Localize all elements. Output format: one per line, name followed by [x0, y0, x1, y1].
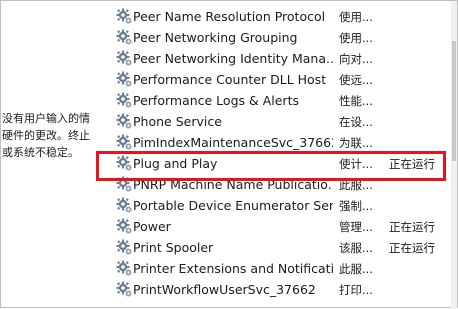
gear-icon [116, 281, 133, 298]
service-name: Power [133, 219, 171, 234]
service-row[interactable]: Portable Device Enumerator Ser... 强制... [107, 195, 457, 216]
service-name: Phone Service [133, 114, 222, 129]
gear-icon [116, 134, 133, 151]
service-row[interactable]: Peer Networking Grouping 使用... [107, 27, 457, 48]
gear-icon [116, 29, 133, 46]
service-row[interactable]: Printer Extensions and Notificati... 此服.… [107, 258, 457, 279]
highlight-box [96, 151, 446, 181]
service-row[interactable]: Performance Counter DLL Host 使远... [107, 69, 457, 90]
service-description: 该服... [339, 241, 373, 255]
service-row[interactable]: Phone Service 在设... [107, 111, 457, 132]
gear-icon [116, 71, 133, 88]
gear-icon [116, 113, 133, 130]
service-description: 向对... [339, 52, 373, 66]
service-name: PimIndexMaintenanceSvc_37662 [133, 135, 333, 150]
services-window: 没有用户输入的情 硬件的更改。终止 或系统不稳定。 Peer Name Reso… [0, 0, 458, 309]
service-name: Portable Device Enumerator Ser... [133, 198, 333, 213]
service-description: 性能... [339, 94, 373, 108]
service-row[interactable]: Print Spooler 该服... 正在运行 [107, 237, 457, 258]
service-name: Peer Networking Identity Mana... [133, 51, 333, 66]
service-row[interactable]: PimIndexMaintenanceSvc_37662 为联... [107, 132, 457, 153]
gear-icon [116, 239, 133, 256]
service-row[interactable]: Peer Networking Identity Mana... 向对... [107, 48, 457, 69]
service-description: 为联... [339, 136, 373, 150]
service-description: 此服... [339, 262, 373, 276]
service-description: 打印... [339, 283, 373, 297]
service-name: Peer Name Resolution Protocol [133, 9, 326, 24]
service-row[interactable]: Peer Name Resolution Protocol 使用... [107, 6, 457, 27]
service-description-pane: 没有用户输入的情 硬件的更改。终止 或系统不稳定。 [2, 110, 106, 161]
description-line: 硬件的更改。终止 [2, 129, 90, 142]
service-name: Print Spooler [133, 240, 214, 255]
gear-icon [116, 92, 133, 109]
service-description: 使用... [339, 10, 373, 24]
gear-icon [116, 197, 133, 214]
service-row[interactable]: Performance Logs & Alerts 性能... [107, 90, 457, 111]
service-name: Peer Networking Grouping [133, 30, 298, 45]
service-description: 强制... [339, 199, 373, 213]
description-line: 或系统不稳定。 [2, 146, 79, 159]
gear-icon [116, 218, 133, 235]
service-row[interactable]: PrintWorkflowUserSvc_37662 打印... [107, 279, 457, 300]
service-description: 使用... [339, 31, 373, 45]
service-name: Performance Logs & Alerts [133, 93, 299, 108]
service-description: 管理... [339, 220, 373, 234]
service-status: 正在运行 [389, 241, 435, 255]
service-name: Printer Extensions and Notificati... [133, 261, 333, 276]
service-row[interactable]: Power 管理... 正在运行 [107, 216, 457, 237]
service-name: PrintWorkflowUserSvc_37662 [133, 282, 316, 297]
vertical-scrollbar[interactable] [451, 1, 457, 309]
gear-icon [116, 50, 133, 67]
service-description: 使远... [339, 73, 373, 87]
scrollbar-thumb[interactable] [452, 41, 456, 161]
service-description: 在设... [339, 115, 373, 129]
description-line: 没有用户输入的情 [2, 112, 90, 125]
service-status: 正在运行 [389, 220, 435, 234]
service-name: Performance Counter DLL Host [133, 72, 327, 87]
gear-icon [116, 260, 133, 277]
gear-icon [116, 8, 133, 25]
